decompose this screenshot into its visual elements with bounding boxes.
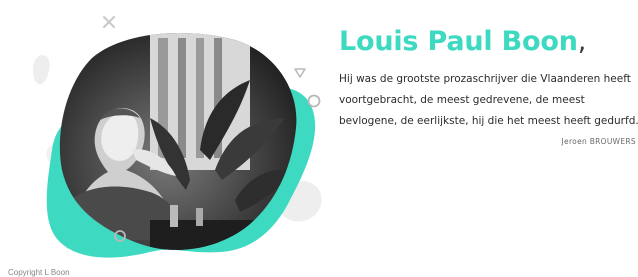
circle-outline-icon-right (307, 94, 321, 108)
page-title-comma: , (577, 26, 587, 57)
close-cross-icon (103, 16, 115, 28)
copyright-text: Copyright L Boon (8, 268, 70, 277)
page: Louis Paul Boon, Hij was de grootste pro… (0, 0, 638, 277)
hero-illustration-svg (32, 16, 322, 258)
quote-text: Hij was de grootste prozaschrijver die V… (339, 73, 638, 127)
triangle-outline-icon (294, 68, 306, 78)
hero-illustration (0, 0, 330, 277)
quote-author: Jeroen BROUWERS (561, 137, 636, 146)
page-title: Louis Paul Boon, (339, 26, 586, 58)
page-title-text: Louis Paul Boon (339, 26, 578, 57)
grey-blob-left (32, 55, 50, 85)
